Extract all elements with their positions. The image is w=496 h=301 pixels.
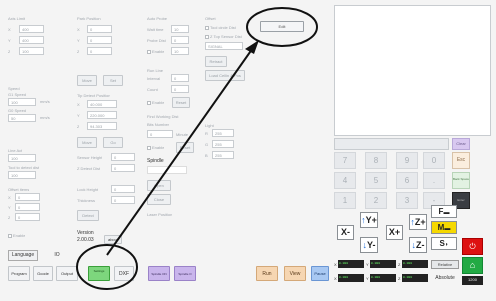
annotation-arrow-line	[106, 44, 256, 256]
application-window: Axis Limit X 400 Y 400 Z 100 Speed G1 Sp…	[0, 0, 496, 301]
annotation-arrow-head-icon	[245, 40, 259, 54]
annotation-overlay	[76, 7, 318, 290]
settings-highlight-circle	[76, 244, 138, 290]
edit-highlight-circle	[246, 7, 318, 47]
